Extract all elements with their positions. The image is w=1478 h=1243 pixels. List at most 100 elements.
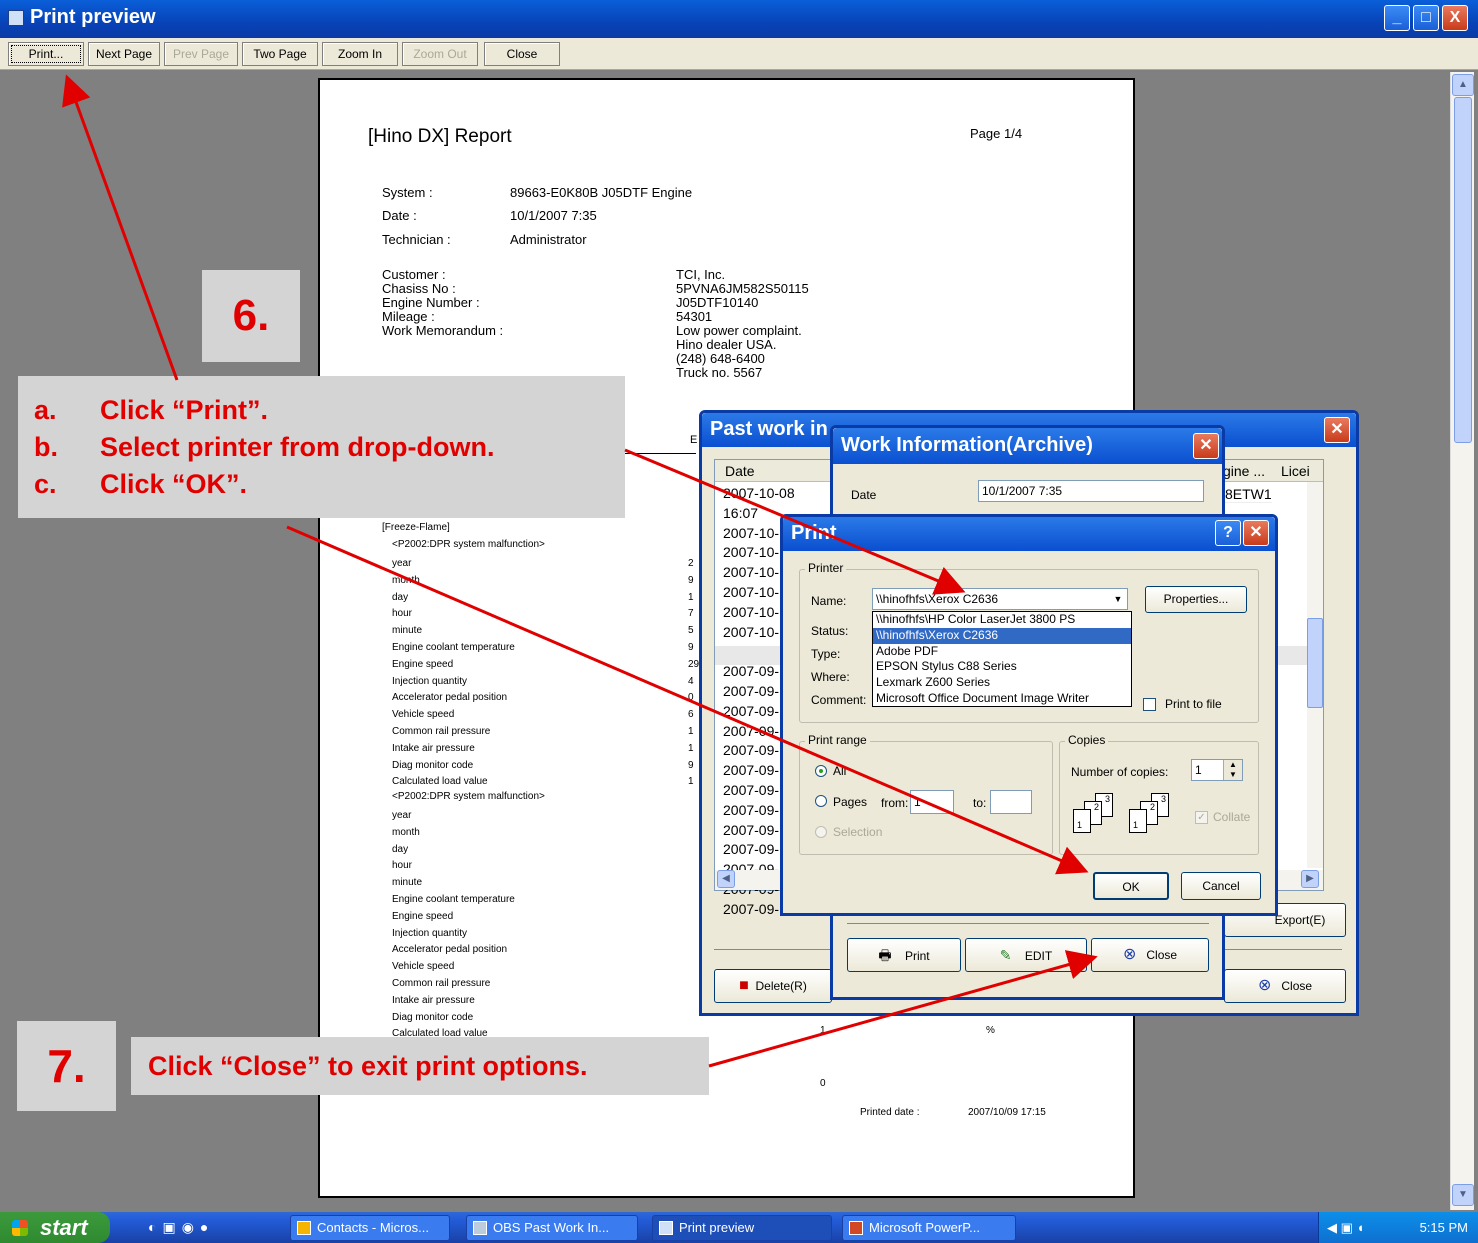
param-rail: Common rail pressure: [392, 725, 491, 737]
column-header-engine[interactable]: gine ...: [1223, 463, 1265, 479]
date-value: 10/1/2007 7:35: [510, 208, 597, 223]
archive-titlebar: Work Information(Archive) ✕: [833, 428, 1222, 464]
scroll-thumb[interactable]: [1454, 97, 1472, 443]
param-hour: hour: [392, 608, 413, 620]
param-day: day: [392, 591, 409, 603]
task-contacts[interactable]: Contacts - Micros...: [290, 1215, 450, 1241]
tray-icons[interactable]: ◀ ▣ ◖: [1327, 1212, 1364, 1243]
param-month: month: [392, 574, 420, 586]
chevron-down-icon[interactable]: ▼: [1110, 591, 1126, 608]
param-accel: Accelerator pedal position: [392, 692, 508, 704]
archive-date-field[interactable]: 10/1/2007 7:35: [978, 480, 1204, 502]
list-scroll-thumb[interactable]: [1307, 618, 1323, 708]
value-fragment: 29: [688, 658, 700, 670]
close-window-button[interactable]: X: [1442, 5, 1468, 31]
print-dialog-close-icon[interactable]: ✕: [1243, 520, 1269, 546]
delete-button[interactable]: ■ Delete(R): [714, 969, 832, 1003]
printer-icon: 🖶: [878, 947, 892, 963]
params-block-1: year month day hour minute Engine coolan…: [392, 556, 515, 791]
collate-icon: 3 2 1: [1073, 793, 1123, 837]
scroll-down-icon[interactable]: ▼: [1452, 1184, 1474, 1206]
archive-print-button[interactable]: 🖶 Print: [847, 938, 961, 972]
selection-radio[interactable]: [815, 826, 827, 838]
dtc-header-2: <P2002:DPR system malfunction>: [392, 791, 545, 802]
column-header-license[interactable]: Licei: [1281, 463, 1310, 479]
close-preview-button[interactable]: Close: [484, 42, 560, 66]
printer-option[interactable]: \\hinofhfs\Xerox C2636: [873, 627, 1131, 644]
archive-close-button[interactable]: ⊗ Close: [1091, 938, 1209, 972]
spinner-arrows-icon[interactable]: ▲ ▼: [1223, 760, 1242, 780]
column-header-date[interactable]: Date: [725, 463, 755, 479]
media-icon[interactable]: ●: [200, 1219, 214, 1235]
type-label: Type:: [811, 647, 841, 661]
task-label: Contacts - Micros...: [317, 1220, 429, 1235]
all-radio[interactable]: [815, 765, 827, 777]
divider: [847, 923, 1209, 924]
printer-option[interactable]: \\hinofhfs\HP Color LaserJet 3800 PS: [873, 612, 1131, 628]
archive-close-icon[interactable]: ✕: [1193, 433, 1219, 459]
close-circle-icon: ⊗: [1257, 977, 1272, 994]
all-label: All: [833, 764, 847, 778]
to-input[interactable]: [990, 790, 1032, 814]
past-work-title: Past work in: [710, 418, 828, 440]
printer-option[interactable]: EPSON Stylus C88 Series: [873, 659, 1131, 675]
ok-button[interactable]: OK: [1093, 872, 1169, 900]
archive-edit-button[interactable]: ✎ EDIT: [965, 938, 1087, 972]
print-button[interactable]: Print...: [8, 42, 84, 66]
cancel-button[interactable]: Cancel: [1181, 872, 1261, 900]
report-title: [Hino DX] Report: [368, 126, 512, 147]
param-speed: Engine speed: [392, 910, 454, 922]
zoom-in-button[interactable]: Zoom In: [322, 42, 398, 66]
arrow-to-print: [62, 74, 179, 381]
param-accel: Accelerator pedal position: [392, 944, 508, 956]
prev-page-button[interactable]: Prev Page: [164, 42, 238, 66]
past-work-close-button[interactable]: ⊗ Close: [1224, 969, 1346, 1003]
printer-dropdown-list[interactable]: \\hinofhfs\HP Color LaserJet 3800 PS \\hi…: [872, 611, 1132, 707]
outlook-task-icon: [297, 1221, 311, 1235]
print-to-file-checkbox[interactable]: [1143, 698, 1156, 711]
collate-checkbox[interactable]: ✓: [1195, 811, 1208, 824]
customer-value: TCI, Inc.: [676, 267, 726, 282]
instruction-letter: c.: [34, 469, 57, 499]
printer-select[interactable]: \\hinofhfs\Xerox C2636: [872, 588, 1128, 610]
desktop-icon[interactable]: ▣: [162, 1219, 181, 1235]
param-year: year: [392, 810, 412, 821]
scroll-right-icon[interactable]: ▶: [1301, 870, 1319, 888]
start-button[interactable]: start: [0, 1212, 110, 1243]
minimize-button[interactable]: _: [1384, 5, 1410, 31]
mileage-label: Mileage :: [382, 309, 435, 324]
customer-labels: Customer : Chasiss No : Engine Number : …: [382, 268, 503, 338]
task-print-preview[interactable]: Print preview: [652, 1215, 832, 1241]
next-page-button[interactable]: Next Page: [88, 42, 160, 66]
zoom-out-button[interactable]: Zoom Out: [402, 42, 478, 66]
step-6-instructions: a. Click “Print”. b. Select printer from d…: [18, 376, 625, 518]
param-rail: Common rail pressure: [392, 977, 491, 989]
from-input[interactable]: 1: [910, 790, 954, 814]
value-fragment: 2: [688, 558, 694, 569]
list-vscroll[interactable]: [1307, 482, 1323, 868]
task-powerpoint[interactable]: Microsoft PowerP...: [842, 1215, 1016, 1241]
instruction-line: a. Click “Print”.: [34, 392, 625, 429]
value-fragment: 1: [688, 591, 694, 603]
printer-option[interactable]: Lexmark Z600 Series: [873, 675, 1131, 691]
param-diag: Diag monitor code: [392, 1011, 474, 1023]
task-obs-past-work[interactable]: OBS Past Work In...: [466, 1215, 638, 1241]
vertical-scrollbar[interactable]: ▲ ▼: [1450, 72, 1474, 1210]
page-indicator: Page 1/4: [970, 126, 1023, 141]
scroll-left-icon[interactable]: ◀: [717, 870, 735, 888]
dtc-header: <P2002:DPR system malfunction>: [392, 539, 545, 550]
outlook-icon[interactable]: ◉: [182, 1219, 200, 1235]
scroll-up-icon[interactable]: ▲: [1452, 74, 1474, 96]
two-page-button[interactable]: Two Page: [242, 42, 318, 66]
param-vehicle: Vehicle speed: [392, 961, 455, 973]
help-icon[interactable]: ?: [1215, 520, 1241, 546]
printer-option[interactable]: Microsoft Office Document Image Writer: [873, 691, 1131, 707]
properties-button[interactable]: Properties...: [1145, 586, 1247, 613]
window-title: Print preview: [30, 6, 156, 28]
pages-radio[interactable]: [815, 795, 827, 807]
number-of-copies-label: Number of copies:: [1071, 765, 1169, 779]
ie-icon[interactable]: ◐: [148, 1219, 162, 1235]
printer-option[interactable]: Adobe PDF: [873, 644, 1131, 660]
past-work-close-icon[interactable]: ✕: [1324, 417, 1350, 443]
maximize-button[interactable]: □: [1413, 5, 1439, 31]
